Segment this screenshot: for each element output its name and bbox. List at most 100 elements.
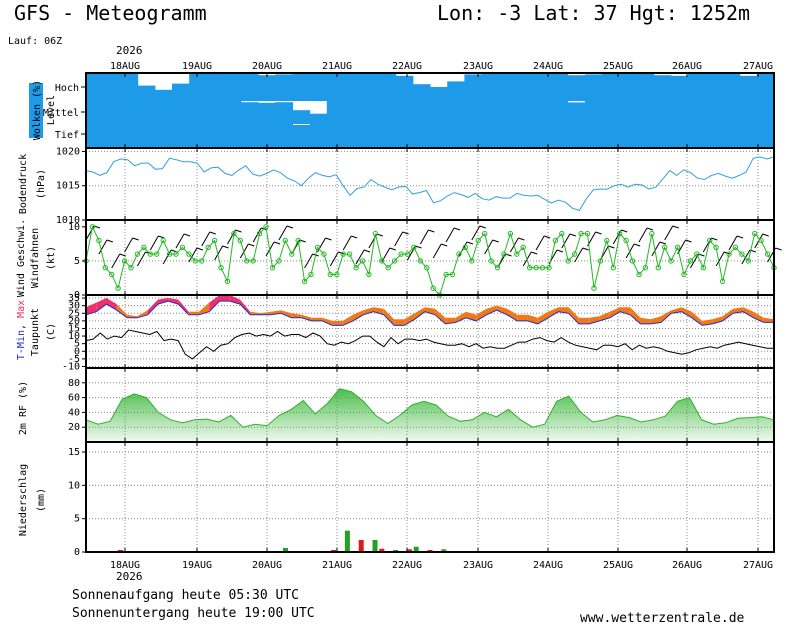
cloud-cover-bar xyxy=(430,101,448,124)
cloud-cover-bar xyxy=(361,73,379,101)
cloud-cover-bar xyxy=(653,75,672,101)
cloud-cover-bar xyxy=(103,124,121,148)
cloud-cover-bar xyxy=(567,75,586,101)
humidity-area xyxy=(86,388,774,442)
wind-barb xyxy=(445,227,461,243)
temperature-range-band xyxy=(640,317,651,324)
cloud-cover-bar xyxy=(275,74,293,101)
level-label: Tief xyxy=(55,130,79,141)
level-axis-label: Level xyxy=(46,95,57,125)
cloud-cover-bar xyxy=(206,124,225,148)
cloud-cover-bar xyxy=(378,101,397,124)
cloud-cover-bar xyxy=(154,89,173,101)
wind-barb xyxy=(432,243,448,259)
location-info: Lon: -3 Lat: 37 Hgt: 1252m xyxy=(437,1,750,25)
pressure-unit: (hPa) xyxy=(36,169,47,199)
cloud-cover-bar xyxy=(688,101,706,124)
cloud-cover-bar xyxy=(86,101,104,124)
precipitation-bar xyxy=(358,540,364,552)
cloud-cover-bar xyxy=(464,74,483,101)
wind-barb xyxy=(612,229,628,245)
cloud-cover-bar xyxy=(258,75,276,101)
cloud-cover-bar xyxy=(395,101,414,124)
x-label-bottom: 21AUG xyxy=(322,560,352,571)
x-label-top: 27AUG xyxy=(743,61,773,72)
y-tick-label: 20 xyxy=(68,422,80,433)
precipitation-bar xyxy=(372,540,378,552)
year-label-bottom: 2026 xyxy=(116,570,143,583)
cloud-cover-bar xyxy=(584,124,603,148)
x-label-top: 20AUG xyxy=(252,61,282,72)
cloud-cover-bar xyxy=(344,124,362,148)
y-tick-label: 35 xyxy=(68,293,80,304)
cloud-cover-bar xyxy=(619,124,637,148)
cloud-cover-bar xyxy=(137,85,156,101)
temperature-range-band xyxy=(507,308,518,321)
cloud-cover-bar xyxy=(309,113,328,124)
x-label-top: 25AUG xyxy=(603,61,633,72)
cloud-cover-bar xyxy=(189,73,207,101)
cloud-cover-bar xyxy=(688,124,706,148)
cloud-cover-bar xyxy=(240,73,259,101)
temperature-range-band xyxy=(291,313,302,318)
wind-panel-frame xyxy=(85,219,775,296)
cloud-cover-bar xyxy=(240,102,259,125)
x-label-bottom: 27AUG xyxy=(743,560,773,571)
cloud-cover-bar xyxy=(378,124,397,148)
cloud-cover-bar xyxy=(550,101,569,124)
pressure-title: Bodendruck xyxy=(18,154,29,214)
x-label-bottom: 19AUG xyxy=(182,560,212,571)
cloud-cover-bar xyxy=(464,101,483,124)
cloud-cover-bar xyxy=(756,101,775,124)
temperature-range-band xyxy=(763,317,774,323)
wind-barb xyxy=(664,225,679,241)
cloud-cover-bar xyxy=(447,81,465,101)
cloud-cover-bar xyxy=(361,124,379,148)
site-link[interactable]: www.wetterzentrale.de xyxy=(580,611,745,625)
cloud-cover-bar xyxy=(464,124,483,148)
x-label-top: 26AUG xyxy=(672,61,702,72)
x-label-top: 24AUG xyxy=(533,61,563,72)
sunset-text: Sonnenuntergang heute 19:00 UTC xyxy=(72,606,315,621)
cloud-cover-bar xyxy=(739,101,758,124)
temperature-range-band xyxy=(332,320,343,326)
dewpoint-title: Taupunkt xyxy=(30,308,41,356)
y-tick-label: 5 xyxy=(74,256,80,267)
cloud-cover-bar xyxy=(447,101,465,124)
cloud-cover-bar xyxy=(584,74,603,101)
cloud-cover-bar xyxy=(275,124,293,148)
x-label-top: 22AUG xyxy=(392,61,422,72)
temperature-unit: (C) xyxy=(46,323,57,341)
cloud-cover-bar xyxy=(705,124,723,148)
cloud-cover-bar xyxy=(584,101,603,124)
cloud-cover-bar xyxy=(412,101,431,124)
cloud-cover-bar xyxy=(86,124,104,148)
x-label-top: 19AUG xyxy=(182,61,212,72)
cloud-cover-bar xyxy=(602,101,620,124)
cloud-cover-bar xyxy=(498,101,517,124)
cloud-cover-bar xyxy=(636,124,655,148)
cloud-cover-bar xyxy=(498,73,517,101)
cloud-cover-bar xyxy=(516,101,534,124)
y-tick-label: 10 xyxy=(68,480,80,491)
wind-barb xyxy=(252,227,268,243)
cloud-cover-bar xyxy=(688,73,706,101)
temperature-range-band xyxy=(496,305,507,315)
cloud-cover-bar xyxy=(567,102,586,124)
y-tick-label: 1020 xyxy=(56,146,80,157)
cloud-cover-bar xyxy=(636,101,655,124)
wind-unit: (kt) xyxy=(46,246,57,270)
meteogram-chart: GFS - Meteogramm Lon: -3 Lat: 37 Hgt: 12… xyxy=(8,1,782,625)
cloud-cover-bar xyxy=(309,124,328,148)
cloud-cover-bar xyxy=(292,110,311,124)
cloud-cover-bar xyxy=(756,124,775,148)
precipitation-panel-frame xyxy=(85,441,775,553)
cloud-cover-bar xyxy=(722,73,741,101)
cloud-cover-bar xyxy=(103,73,121,101)
cloud-cover-bar xyxy=(602,73,620,101)
cloud-cover-bar xyxy=(619,73,637,101)
x-label-top: 18AUG xyxy=(110,61,140,72)
cloud-cover-bar xyxy=(670,124,689,148)
precipitation-title: Niederschlag xyxy=(18,464,29,536)
cloud-cover-bar xyxy=(120,101,139,124)
